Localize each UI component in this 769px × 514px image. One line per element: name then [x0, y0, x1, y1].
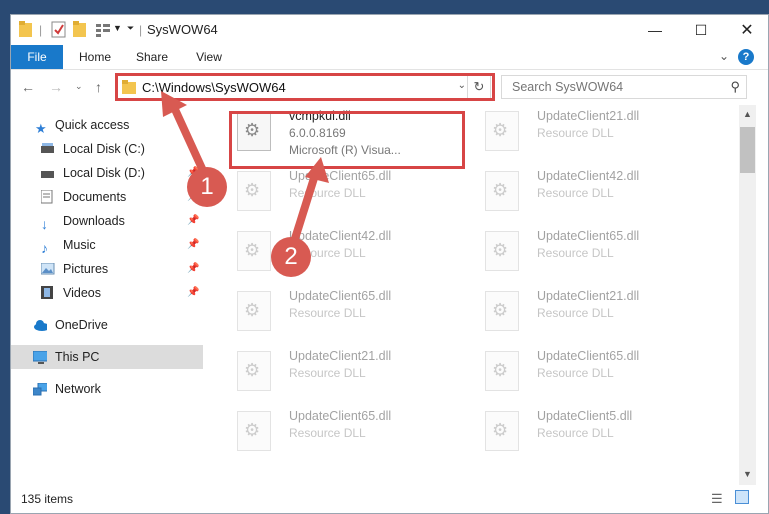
arrow-line-2	[289, 173, 319, 247]
explorer-window: | ▼ ⏷ | SysWOW64 — ☐ ✕ File Home Share V…	[10, 14, 769, 514]
arrow-line-1	[169, 103, 209, 177]
step-1-badge: 1	[187, 167, 227, 207]
arrow-head-2	[305, 157, 329, 183]
step-2-badge: 2	[271, 237, 311, 277]
annotation-arrows	[161, 91, 329, 247]
